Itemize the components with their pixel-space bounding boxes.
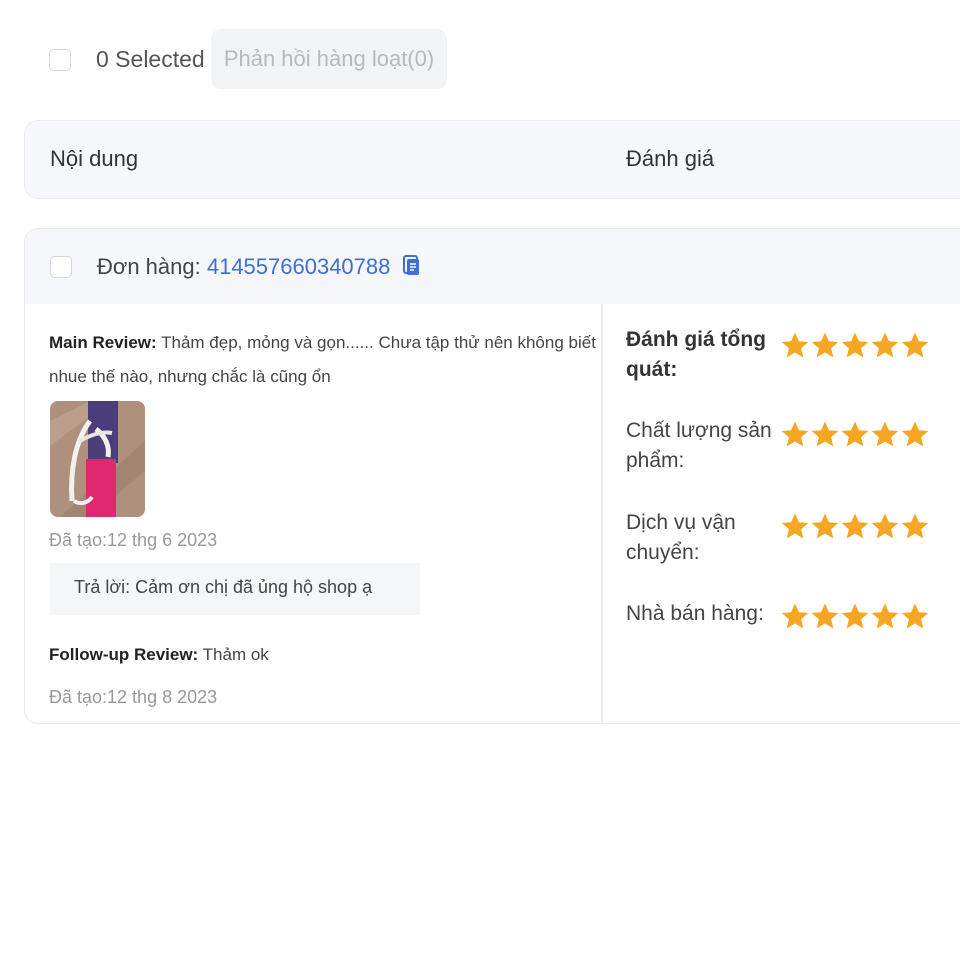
main-review-label: Main Review: [49,333,157,352]
rating-stars-product-quality [780,420,930,452]
star-icon [810,512,840,542]
review-card: Đơn hàng: 414557660340788 Main Review: T… [24,228,960,724]
star-icon [780,602,810,632]
rating-column-header: Đánh giá [626,146,715,171]
followup-review-text: Thảm ok [202,645,269,664]
star-icon [780,512,810,542]
star-icon [870,512,900,542]
copy-icon[interactable] [402,255,420,282]
followup-review-label: Follow-up Review: [49,645,199,664]
content-column-header: Nội dung [50,146,139,171]
star-icon [840,512,870,542]
selected-count: 0 Selected [96,46,205,72]
table-header: Nội dung Đánh giá [24,120,960,199]
main-review-line1: Main Review: Thảm đẹp, mỏng và gọn......… [49,326,597,359]
rating-stars-shipping [780,512,930,544]
rating-label-overall: Đánh giá tổng quát: [626,328,766,381]
followup-review-date: Đã tạo:12 thg 8 2023 [49,687,218,707]
rating-stars-overall [780,331,930,363]
rating-label-shipping: Dịch vụ vận chuyển: [626,511,736,564]
select-all-checkbox[interactable] [49,49,71,71]
order-info: Đơn hàng: 414557660340788 [97,254,420,282]
star-icon [870,602,900,632]
followup-review: Follow-up Review: Thảm ok [49,638,597,671]
bulk-reply-button[interactable]: Phản hồi hàng loạt(0) [211,29,447,89]
main-review-date: Đã tạo:12 thg 6 2023 [49,530,218,550]
rating-label-product-quality: Chất lượng sản phẩm: [626,419,772,472]
main-review-line2: nhue thế nào, nhưng chắc là cũng ổn [49,367,331,386]
star-icon [780,331,810,361]
star-icon [870,331,900,361]
star-icon [840,420,870,450]
star-icon [840,331,870,361]
rating-stars-seller [780,602,930,634]
star-icon [810,331,840,361]
star-icon [900,420,930,450]
star-icon [870,420,900,450]
star-icon [900,331,930,361]
rating-label-seller: Nhà bán hàng: [626,602,764,625]
star-icon [840,602,870,632]
seller-reply: Trả lời: Cảm ơn chị đã ủng hộ shop ạ [50,563,420,615]
star-icon [810,420,840,450]
review-management-page: 0 Selected Phản hồi hàng loạt(0) Nội dun… [0,0,960,960]
review-checkbox[interactable] [50,256,72,278]
review-photo-thumbnail[interactable] [50,401,145,517]
star-icon [900,512,930,542]
seller-reply-text: Trả lời: Cảm ơn chị đã ủng hộ shop ạ [74,577,373,597]
order-id-link[interactable]: 414557660340788 [207,254,391,279]
column-divider [601,304,603,723]
order-label: Đơn hàng: [97,254,201,279]
star-icon [900,602,930,632]
star-icon [810,602,840,632]
review-card-header: Đơn hàng: 414557660340788 [25,229,960,304]
star-icon [780,420,810,450]
main-review-text: Thảm đẹp, mỏng và gọn...... Chưa tập thử… [161,333,596,352]
